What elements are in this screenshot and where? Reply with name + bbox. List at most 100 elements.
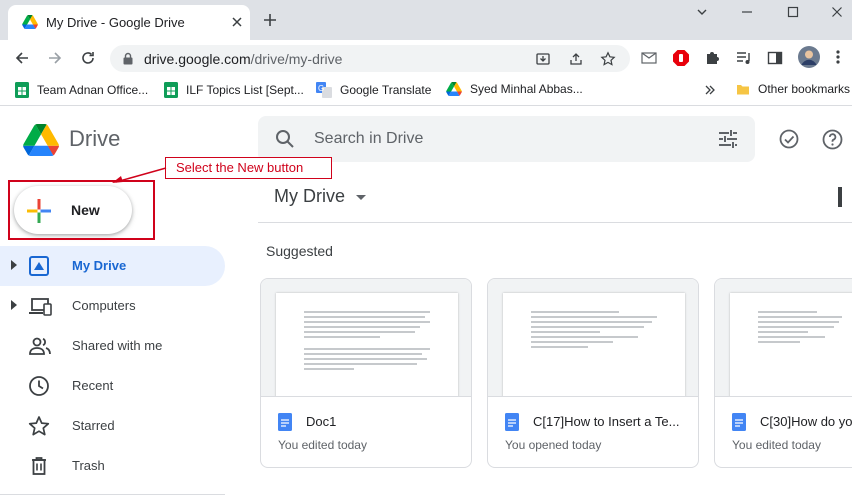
computers-icon [28,295,52,317]
window-close-icon[interactable] [831,6,843,18]
sheets-icon [164,82,178,98]
header-divider [258,222,852,223]
tab-close-icon[interactable] [229,14,245,30]
chevron-down-icon [356,195,366,201]
sidebar-item-computers[interactable]: Computers [0,286,225,326]
url-path: /drive/my-drive [250,51,343,67]
file-name: C[17]How to Insert a Te... [533,414,680,429]
file-card-insert[interactable]: C[17]How to Insert a Te... You opened to… [487,278,699,468]
file-name: Doc1 [306,414,337,429]
ready-for-offline-icon[interactable] [779,129,799,149]
forward-icon[interactable] [47,50,63,66]
bookmark-label: Other bookmarks [758,82,851,96]
expand-caret-icon[interactable] [10,300,18,310]
sheets-icon [15,82,29,98]
document-preview [730,293,852,396]
shared-icon [28,335,52,357]
drive-logo-icon[interactable] [23,124,59,156]
bookmark-label: ILF Topics List [Sept... [186,83,304,97]
annotation-callout: Select the New button [165,157,332,179]
bookmark-other-bookmarks[interactable]: Other bookmarks [736,82,850,96]
sidebar-item-label: Recent [72,378,114,393]
file-activity: You opened today [505,438,602,452]
document-preview [276,293,458,396]
bookmark-syed-minhal[interactable]: Syed Minhal Abbas... [446,82,583,96]
docs-icon [732,413,746,431]
sidebar-item-label: Shared with me [72,338,163,353]
sidebar-item-label: My Drive [72,258,127,273]
drive-icon [446,82,462,96]
page-title: My Drive [274,186,345,206]
suggested-heading: Suggested [266,243,333,259]
annotation-text: Select the New button [176,160,304,175]
adblock-extension-icon[interactable] [672,49,690,67]
back-icon[interactable] [14,50,30,66]
clock-icon [28,375,50,397]
svg-text:G: G [318,84,324,93]
file-name: C[30]How do you [760,414,852,429]
new-tab-icon[interactable] [262,12,278,28]
browser-tab[interactable]: My Drive - Google Drive [8,5,250,40]
file-activity: You edited today [278,438,367,452]
maximize-icon[interactable] [787,6,799,18]
expand-caret-icon[interactable] [10,260,18,270]
url-text: drive.google.com/drive/my-drive [144,51,342,67]
sidebar-item-recent[interactable]: Recent [0,366,225,406]
search-input[interactable]: Search in Drive [314,130,423,148]
profile-avatar[interactable] [798,46,820,68]
minimize-icon[interactable] [741,6,753,18]
drive-favicon-icon [22,15,38,29]
search-icon[interactable] [275,129,295,149]
bookmark-label: Syed Minhal Abbas... [470,82,583,96]
my-drive-icon [28,255,50,277]
tab-search-chevron-icon[interactable] [696,6,708,18]
tab-title: My Drive - Google Drive [46,15,185,30]
sidebar-item-shared-with-me[interactable]: Shared with me [0,326,225,366]
bookmarks-overflow-icon[interactable] [705,85,715,95]
side-panel-icon[interactable] [767,50,783,66]
document-preview [503,293,685,396]
annotation-arrow-icon [112,167,167,183]
sidebar-item-my-drive[interactable]: My Drive [0,246,225,286]
browser-tab-bar: My Drive - Google Drive [0,0,852,40]
sidebar-item-starred[interactable]: Starred [0,406,225,446]
file-card-doc1[interactable]: Doc1 You edited today [260,278,472,468]
file-thumbnail [261,279,471,397]
file-card-how-do-you[interactable]: C[30]How do you You edited today [714,278,852,468]
docs-icon [278,413,292,431]
file-thumbnail [488,279,698,397]
drive-logo-text[interactable]: Drive [69,126,120,152]
bookmark-google-translate[interactable]: G Google Translate [316,82,431,98]
layout-toggle-icon[interactable] [838,187,842,207]
trash-icon [28,455,50,477]
url-host: drive.google.com [144,51,251,67]
file-activity: You edited today [732,438,821,452]
install-app-icon[interactable] [535,51,551,67]
file-thumbnail [715,279,852,397]
help-icon[interactable] [822,129,843,150]
bookmark-ilf-topics[interactable]: ILF Topics List [Sept... [164,82,304,98]
lock-icon[interactable] [122,52,134,65]
sidebar-item-label: Trash [72,458,105,473]
sidebar-item-label: Starred [72,418,115,433]
extensions-puzzle-icon[interactable] [704,50,720,66]
docs-icon [505,413,519,431]
browser-menu-icon[interactable] [836,49,840,65]
bookmark-team-adnan[interactable]: Team Adnan Office... [15,82,148,98]
bookmark-label: Google Translate [340,83,432,97]
bookmark-star-icon[interactable] [600,51,616,67]
annotation-highlight-box [8,180,155,240]
reload-icon[interactable] [80,50,96,66]
star-icon [28,415,50,437]
translate-icon: G [316,82,332,98]
sidebar-item-trash[interactable]: Trash [0,446,225,486]
mail-extension-icon[interactable] [641,51,657,65]
address-bar[interactable]: drive.google.com/drive/my-drive [110,45,630,72]
sidebar-divider [0,494,225,495]
drive-search-bar[interactable]: Search in Drive [258,116,755,162]
bookmark-label: Team Adnan Office... [37,83,149,97]
my-drive-dropdown[interactable]: My Drive [266,182,376,214]
media-controls-icon[interactable] [736,50,752,66]
share-icon[interactable] [568,51,584,67]
search-options-icon[interactable] [718,130,738,148]
